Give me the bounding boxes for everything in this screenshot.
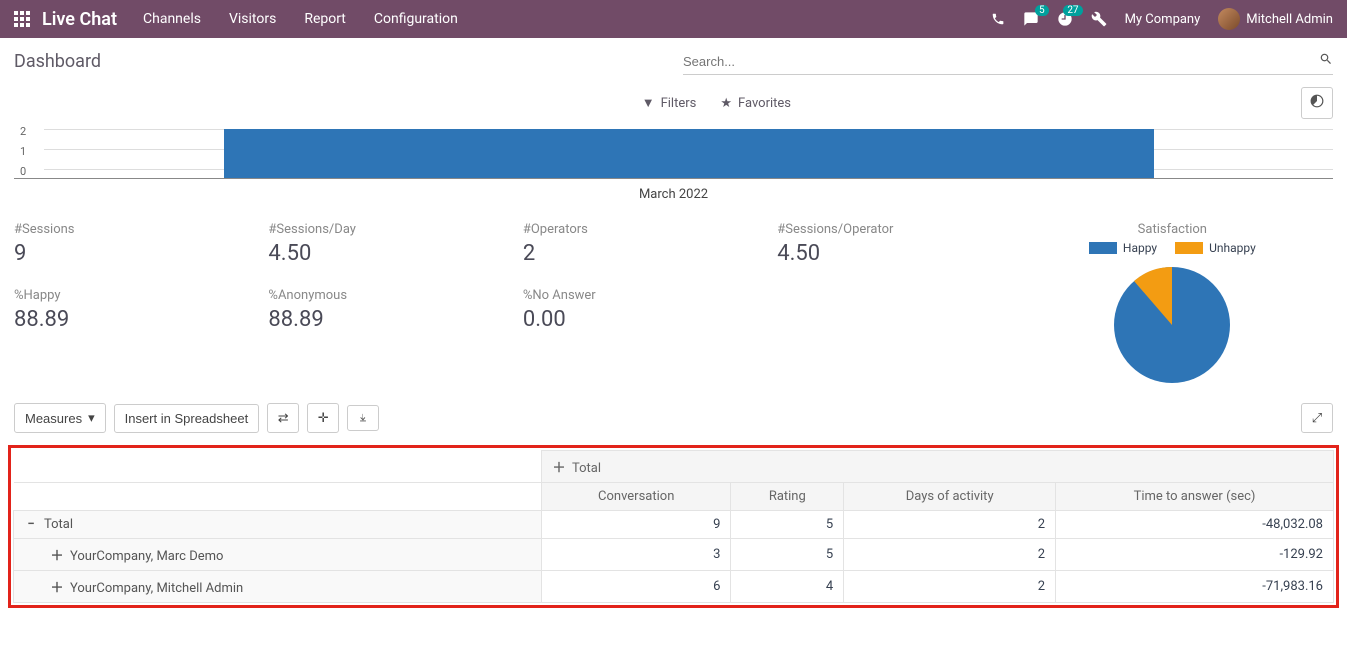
kpi-row: #Sessions 9 %Happy 88.89 #Sessions/Day 4… — [0, 212, 1347, 395]
measures-button[interactable]: Measures ▾ — [14, 403, 106, 433]
kpi-sessions-value: 9 — [14, 241, 248, 266]
user-menu[interactable]: Mitchell Admin — [1218, 8, 1333, 30]
download-button[interactable] — [347, 405, 379, 431]
search-wrap — [683, 48, 1333, 75]
col-days[interactable]: Days of activity — [844, 483, 1056, 511]
search-icon[interactable] — [1319, 52, 1333, 70]
col-total-header[interactable]: ＋Total — [542, 451, 1334, 483]
kpi-happy-value: 88.89 — [14, 307, 248, 332]
company-menu[interactable]: My Company — [1125, 12, 1201, 27]
messages-icon[interactable]: 5 — [1023, 11, 1039, 27]
col-tta[interactable]: Time to answer (sec) — [1056, 483, 1334, 511]
favorites-label: Favorites — [738, 96, 791, 111]
company-label: My Company — [1125, 12, 1201, 27]
dashboard-view-button[interactable] — [1301, 87, 1333, 119]
flip-axis-button[interactable]: ⇄ — [267, 403, 299, 433]
insert-spreadsheet-button[interactable]: Insert in Spreadsheet — [114, 404, 260, 433]
kpi-sessions-day-value: 4.50 — [268, 241, 502, 266]
chevron-down-icon: ▾ — [88, 410, 95, 426]
table-row[interactable]: −Total 9 5 2 -48,032.08 — [14, 511, 1334, 539]
messages-badge: 5 — [1035, 5, 1049, 16]
legend-unhappy: Unhappy — [1175, 241, 1256, 255]
kpi-noanswer-label: %No Answer — [523, 288, 757, 303]
filters-button[interactable]: ▼ Filters — [642, 95, 697, 111]
star-icon: ★ — [720, 96, 732, 111]
nav-visitors[interactable]: Visitors — [229, 11, 276, 27]
apps-icon[interactable] — [14, 11, 30, 27]
filter-row: ▼ Filters ★ Favorites — [0, 81, 1347, 129]
xaxis-label: March 2022 — [14, 187, 1333, 202]
col-rating[interactable]: Rating — [731, 483, 844, 511]
favorites-button[interactable]: ★ Favorites — [720, 95, 791, 111]
phone-icon[interactable] — [991, 12, 1005, 26]
debug-icon[interactable] — [1091, 11, 1107, 27]
bar-segment — [224, 129, 1154, 178]
page-title: Dashboard — [14, 51, 101, 72]
satisfaction-title: Satisfaction — [1032, 222, 1313, 237]
pivot-highlight: ＋Total Conversation Rating Days of activ… — [8, 445, 1339, 608]
topbar: Live Chat Channels Visitors Report Confi… — [0, 0, 1347, 38]
avatar — [1218, 8, 1240, 30]
activities-icon[interactable]: 27 — [1057, 11, 1073, 27]
table-row[interactable]: ＋YourCompany, Marc Demo 3 5 2 -129.92 — [14, 539, 1334, 571]
kpi-sessions-day-label: #Sessions/Day — [268, 222, 502, 237]
bar-chart: 2 1 0 March 2022 — [0, 129, 1347, 212]
fullscreen-button[interactable]: ⤢ — [1301, 403, 1333, 433]
kpi-operators-value: 2 — [523, 241, 757, 266]
table-row[interactable]: ＋YourCompany, Mitchell Admin 6 4 2 -71,9… — [14, 571, 1334, 603]
kpi-sessions-operator-value: 4.50 — [777, 241, 1011, 266]
ytick-2: 2 — [20, 125, 26, 138]
legend-happy: Happy — [1089, 241, 1157, 255]
nav-report[interactable]: Report — [304, 11, 346, 27]
kpi-happy-label: %Happy — [14, 288, 248, 303]
pivot-toolbar: Measures ▾ Insert in Spreadsheet ⇄ ✛ ⤢ — [0, 395, 1347, 441]
kpi-anonymous-value: 88.89 — [268, 307, 502, 332]
satisfaction-pie — [1112, 265, 1232, 385]
kpi-sessions-operator-label: #Sessions/Operator — [777, 222, 1011, 237]
nav-configuration[interactable]: Configuration — [374, 11, 458, 27]
subheader: Dashboard — [0, 38, 1347, 81]
filter-icon: ▼ — [642, 95, 655, 111]
kpi-sessions-label: #Sessions — [14, 222, 248, 237]
expand-all-button[interactable]: ✛ — [307, 403, 339, 433]
app-brand[interactable]: Live Chat — [42, 9, 117, 30]
kpi-noanswer-value: 0.00 — [523, 307, 757, 332]
kpi-anonymous-label: %Anonymous — [268, 288, 502, 303]
activities-badge: 27 — [1063, 5, 1082, 16]
kpi-operators-label: #Operators — [523, 222, 757, 237]
col-conversation[interactable]: Conversation — [542, 483, 731, 511]
ytick-0: 0 — [20, 165, 26, 178]
filters-label: Filters — [661, 96, 697, 111]
user-name: Mitchell Admin — [1246, 12, 1333, 27]
nav-channels[interactable]: Channels — [143, 11, 201, 27]
pivot-table: ＋Total Conversation Rating Days of activ… — [13, 450, 1334, 603]
ytick-1: 1 — [20, 145, 26, 158]
search-input[interactable] — [683, 54, 1319, 69]
